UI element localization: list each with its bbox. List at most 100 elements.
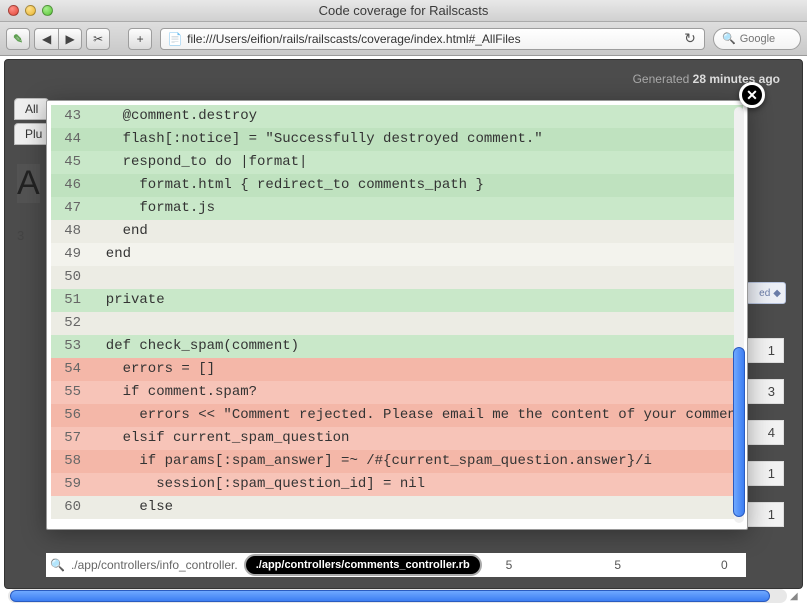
line-code: end (89, 243, 743, 266)
horizontal-scrollbar-thumb[interactable] (10, 590, 770, 602)
scrollbar-thumb[interactable] (733, 347, 745, 517)
line-code: format.js (89, 197, 743, 220)
code-line: 50 (51, 266, 743, 289)
line-code: def check_spam(comment) (89, 335, 743, 358)
close-window-button[interactable] (8, 5, 19, 16)
clip-button[interactable]: ✂ (86, 28, 110, 50)
bg-sort-header[interactable]: ed ◆ (746, 282, 786, 304)
line-code: else (89, 496, 743, 519)
line-number: 46 (51, 174, 89, 197)
code-line: 56 errors << "Comment rejected. Please e… (51, 404, 743, 427)
line-number: 43 (51, 105, 89, 128)
breadcrumb-col-3: 0 (721, 558, 728, 572)
code-line: 54 errors = [] (51, 358, 743, 381)
browser-toolbar: ✎ ◀ ▶ ✂ + 📄 ↻ 🔍 (0, 22, 807, 56)
line-number: 48 (51, 220, 89, 243)
add-tab-button[interactable]: + (128, 28, 152, 50)
line-code: if comment.spam? (89, 381, 743, 404)
line-number: 58 (51, 450, 89, 473)
reload-button[interactable]: ↻ (682, 30, 698, 47)
line-number: 60 (51, 496, 89, 519)
breadcrumb-current-file[interactable]: ./app/controllers/comments_controller.rb (244, 554, 482, 576)
line-code: end (89, 220, 743, 243)
plus-icon: + (137, 32, 144, 46)
window-title: Code coverage for Railscasts (0, 3, 807, 18)
code-line: 51 private (51, 289, 743, 312)
bg-section-letter: A (17, 164, 40, 203)
line-number: 44 (51, 128, 89, 151)
search-icon: 🔍 (722, 32, 736, 45)
search-icon: 🔍 (50, 558, 65, 572)
favicon-icon: 📄 (167, 31, 183, 47)
bg-tab-all[interactable]: All (14, 98, 49, 120)
line-code: if params[:spam_answer] =~ /#{current_sp… (89, 450, 743, 473)
code-line: 43 @comment.destroy (51, 105, 743, 128)
code-line: 48 end (51, 220, 743, 243)
minimize-window-button[interactable] (25, 5, 36, 16)
code-line: 46 format.html { redirect_to comments_pa… (51, 174, 743, 197)
url-bar[interactable]: 📄 ↻ (160, 28, 705, 50)
file-breadcrumb: 🔍 ./app/controllers/info_controller. ./a… (46, 553, 746, 577)
code-line: 60 else (51, 496, 743, 519)
line-number: 50 (51, 266, 89, 289)
back-button[interactable]: ◀ (34, 28, 58, 50)
line-code: respond_to do |format| (89, 151, 743, 174)
modal-close-button[interactable]: ✕ (739, 82, 765, 108)
bg-count: 3 (17, 228, 24, 243)
line-number: 54 (51, 358, 89, 381)
line-code: flash[:notice] = "Successfully destroyed… (89, 128, 743, 151)
line-code: format.html { redirect_to comments_path … (89, 174, 743, 197)
evernote-icon: ✎ (13, 32, 23, 46)
forward-icon: ▶ (65, 32, 74, 46)
zoom-window-button[interactable] (42, 5, 53, 16)
evernote-button[interactable]: ✎ (6, 28, 30, 50)
breadcrumb-col-2: 5 (614, 558, 621, 572)
generated-value: 28 minutes ago (693, 72, 780, 86)
generated-label: Generated (633, 72, 693, 86)
code-line: 58 if params[:spam_answer] =~ /#{current… (51, 450, 743, 473)
code-line: 45 respond_to do |format| (51, 151, 743, 174)
line-code (89, 266, 743, 289)
code-coverage-modal: 43 @comment.destroy44 flash[:notice] = "… (46, 100, 748, 530)
line-number: 45 (51, 151, 89, 174)
resize-corner-icon[interactable]: ◢ (790, 591, 804, 605)
line-number: 57 (51, 427, 89, 450)
code-line: 52 (51, 312, 743, 335)
clip-icon: ✂ (93, 32, 103, 46)
line-code: private (89, 289, 743, 312)
breadcrumb-col-1: 5 (506, 558, 513, 572)
line-number: 51 (51, 289, 89, 312)
code-line: 59 session[:spam_question_id] = nil (51, 473, 743, 496)
line-number: 52 (51, 312, 89, 335)
forward-button[interactable]: ▶ (58, 28, 82, 50)
line-number: 59 (51, 473, 89, 496)
line-code: session[:spam_question_id] = nil (89, 473, 743, 496)
nav-button-group: ◀ ▶ (34, 28, 82, 50)
vertical-scrollbar[interactable] (731, 107, 746, 523)
code-line: 47 format.js (51, 197, 743, 220)
line-code (89, 312, 743, 335)
line-number: 47 (51, 197, 89, 220)
line-number: 53 (51, 335, 89, 358)
breadcrumb-path-prev[interactable]: ./app/controllers/info_controller. (71, 558, 238, 572)
search-bar[interactable]: 🔍 (713, 28, 801, 50)
line-code: @comment.destroy (89, 105, 743, 128)
back-icon: ◀ (42, 32, 51, 46)
code-line: 57 elsif current_spam_question (51, 427, 743, 450)
code-listing[interactable]: 43 @comment.destroy44 flash[:notice] = "… (51, 105, 743, 525)
line-code: elsif current_spam_question (89, 427, 743, 450)
search-input[interactable] (740, 33, 807, 45)
bg-sort-label: ed (759, 288, 770, 299)
code-line: 44 flash[:notice] = "Successfully destro… (51, 128, 743, 151)
line-number: 56 (51, 404, 89, 427)
line-code: errors << "Comment rejected. Please emai… (89, 404, 743, 427)
code-line: 49 end (51, 243, 743, 266)
traffic-lights (8, 5, 53, 16)
line-code: errors = [] (89, 358, 743, 381)
horizontal-scrollbar[interactable] (8, 589, 787, 603)
line-number: 49 (51, 243, 89, 266)
code-line: 55 if comment.spam? (51, 381, 743, 404)
url-input[interactable] (187, 32, 682, 46)
code-line: 53 def check_spam(comment) (51, 335, 743, 358)
close-icon: ✕ (746, 87, 758, 104)
